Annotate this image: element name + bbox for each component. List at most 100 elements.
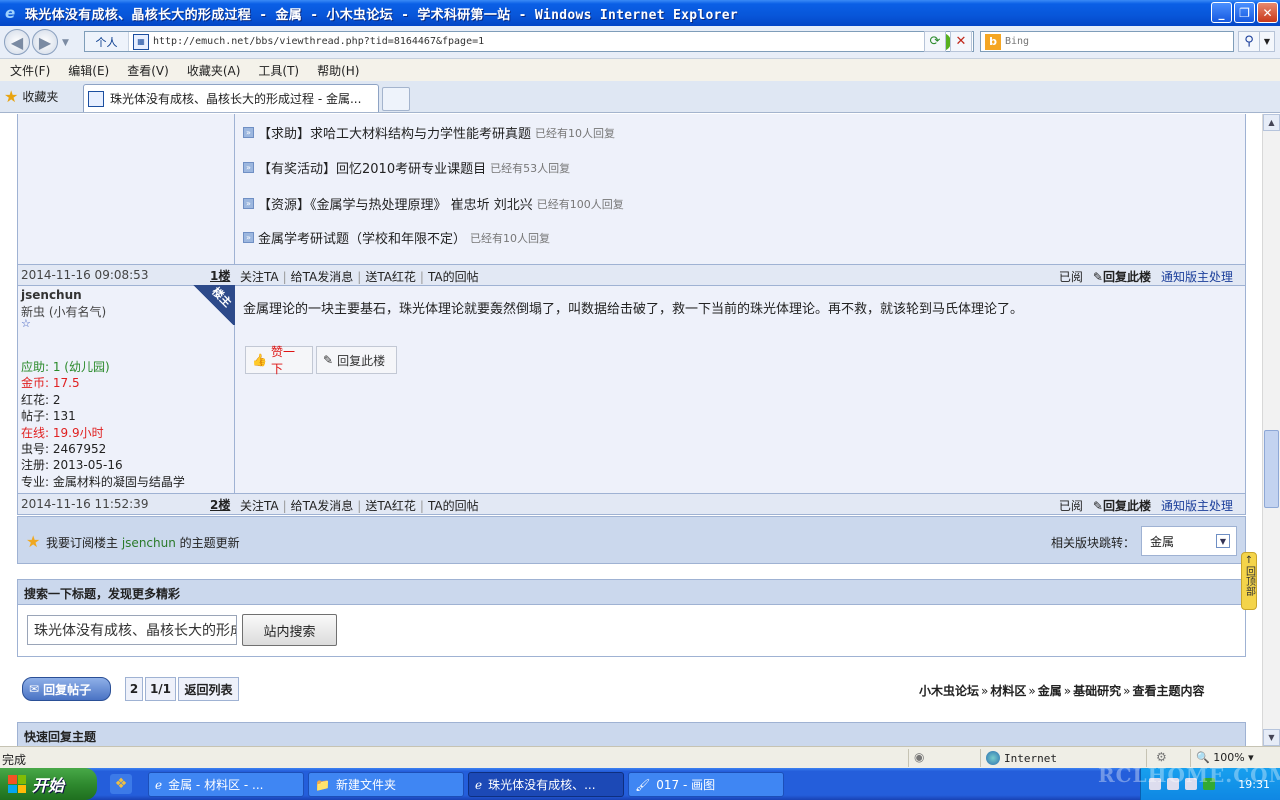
refresh-button[interactable]: ⟳	[924, 31, 946, 52]
page-number[interactable]: 2	[125, 677, 143, 701]
notify-moderator-link[interactable]: 通知版主处理	[1161, 497, 1233, 514]
folder-icon: 📁	[315, 777, 330, 792]
breadcrumb: 小木虫论坛» 材料区» 金属» 基础研究» 查看主题内容	[919, 684, 1205, 698]
new-tab-button[interactable]	[382, 87, 410, 111]
privacy-icon[interactable]: ◉	[914, 750, 924, 764]
reply-floor-link[interactable]: ✎回复此楼	[1093, 497, 1151, 514]
taskbar-item[interactable]: 🖌 017 - 画图	[628, 772, 784, 797]
taskbar-item[interactable]: 📁 新建文件夹	[308, 772, 464, 797]
bullet-icon: »	[243, 232, 254, 243]
quick-reply-heading: 快速回复主题	[17, 722, 1246, 746]
bullet-icon: »	[243, 198, 254, 209]
favorites-button[interactable]: ★ 收藏夹	[4, 87, 58, 106]
menu-tools[interactable]: 工具(T)	[256, 62, 307, 79]
taskbar-item-active[interactable]: ℯ 珠光体没有成核、...	[468, 772, 624, 797]
history-dropdown-icon[interactable]: ▼	[62, 38, 69, 48]
search-box[interactable]: b	[980, 31, 1234, 52]
scroll-thumb[interactable]	[1264, 430, 1279, 508]
scroll-down-icon[interactable]: ▼	[1263, 729, 1280, 746]
back-button[interactable]: ◀	[4, 29, 30, 55]
message-link[interactable]: 给TA发消息	[291, 499, 354, 513]
start-button[interactable]: 开始	[0, 768, 97, 800]
stop-button[interactable]: ✕	[950, 31, 972, 52]
search-options-icon[interactable]: ▼	[1259, 31, 1275, 52]
menu-view[interactable]: 查看(V)	[125, 62, 177, 79]
notify-moderator-link[interactable]: 通知版主处理	[1161, 268, 1233, 285]
related-link[interactable]: » 【资源】《金属学与热处理原理》 崔忠圻 刘北兴 已经有100人回复	[243, 194, 624, 213]
page-count: 1/1	[145, 677, 176, 701]
close-button[interactable]: ✕	[1257, 2, 1278, 23]
tab-title: 珠光体没有成核、晶核长大的形成过程 - 金属...	[110, 92, 362, 106]
protected-mode-icon[interactable]: ⚙	[1156, 750, 1167, 764]
breadcrumb-item[interactable]: 基础研究	[1073, 684, 1121, 698]
taskbar: 开始 ❖ ℯ 金属 - 材料区 - ... 📁 新建文件夹 ℯ 珠光体没有成核、...…	[0, 768, 1280, 800]
menu-edit[interactable]: 编辑(E)	[66, 62, 117, 79]
scroll-up-icon[interactable]: ▲	[1263, 114, 1280, 131]
flower-link[interactable]: 送TA红花	[365, 499, 416, 513]
window-controls: _ ❐ ✕	[1211, 2, 1278, 23]
author-name[interactable]: jsenchun	[21, 288, 82, 302]
site-search-button[interactable]: 站内搜索	[242, 614, 337, 646]
quick-launch-icon[interactable]: ❖	[110, 774, 132, 794]
browser-tab[interactable]: 珠光体没有成核、晶核长大的形成过程 - 金属...	[83, 84, 379, 112]
favorites-star-icon: ★	[4, 87, 19, 106]
ie-logo-icon: e	[5, 4, 16, 22]
status-text: 完成	[2, 753, 27, 767]
forward-button[interactable]: ▶	[32, 29, 58, 55]
related-link[interactable]: » 【求助】求哈工大材料结构与力学性能考研真题 已经有10人回复	[243, 123, 615, 142]
post-content: 金属理论的一块主要基石，珠光体理论就要轰然倒塌了，叫数据给击破了，救一下当前的珠…	[243, 302, 1024, 317]
follow-link[interactable]: 关注TA	[240, 270, 279, 284]
author-level: 新虫 (小有名气)	[21, 305, 107, 319]
read-label: 已阅	[1058, 499, 1083, 513]
breadcrumb-item[interactable]: 小木虫论坛	[919, 684, 979, 698]
window-title: 珠光体没有成核、晶核长大的形成过程 - 金属 - 小木虫论坛 - 学术科研第一站…	[25, 7, 738, 23]
security-zone: Internet	[986, 751, 1057, 765]
minimize-button[interactable]: _	[1211, 2, 1232, 23]
flower-link[interactable]: 送TA红花	[365, 270, 416, 284]
reply-floor-link[interactable]: ✎回复此楼	[1093, 268, 1151, 285]
breadcrumb-item[interactable]: 材料区	[990, 684, 1026, 698]
breadcrumb-item[interactable]: 金属	[1038, 684, 1062, 698]
personal-dropdown[interactable]: 个人	[85, 32, 129, 51]
floor-number[interactable]: 1楼	[210, 267, 230, 284]
taskbar-item[interactable]: ℯ 金属 - 材料区 - ...	[148, 772, 304, 797]
related-link[interactable]: » 【有奖活动】回忆2010考研专业课题目 已经有53人回复	[243, 158, 570, 177]
forum-jump-select[interactable]: 金属 ▼	[1141, 526, 1237, 556]
floor-number[interactable]: 2楼	[210, 496, 230, 513]
like-button[interactable]: 👍 赞一下	[245, 345, 313, 376]
stat-online: 在线: 19.9小时	[21, 425, 104, 440]
back-to-top-button[interactable]: ↑ 回顶部	[1241, 552, 1257, 610]
back-to-list-button[interactable]: 返回列表	[178, 677, 239, 701]
menu-file[interactable]: 文件(F)	[8, 62, 58, 79]
paint-icon: 🖌	[635, 777, 651, 792]
vertical-scrollbar[interactable]: ▲ ▼	[1262, 114, 1280, 746]
bing-icon: b	[985, 33, 1001, 50]
reply-thread-button[interactable]: ✉ 回复帖子	[22, 677, 111, 701]
reply-floor-button[interactable]: ✎ 回复此楼	[316, 346, 397, 374]
site-favicon-icon: ▦	[133, 33, 149, 50]
message-link[interactable]: 给TA发消息	[291, 270, 354, 284]
search-input[interactable]	[1005, 36, 1233, 47]
read-label: 已阅	[1058, 270, 1083, 284]
menu-bar: 文件(F) 编辑(E) 查看(V) 收藏夹(A) 工具(T) 帮助(H)	[0, 59, 1280, 81]
star-icon: ☆	[21, 317, 31, 330]
menu-favorites[interactable]: 收藏夹(A)	[185, 62, 249, 79]
chevron-down-icon: ▼	[1216, 534, 1230, 548]
search-button[interactable]: ⚲	[1238, 31, 1260, 52]
menu-help[interactable]: 帮助(H)	[315, 62, 367, 79]
arrow-up-icon: ↑	[1244, 555, 1254, 566]
maximize-button[interactable]: ❐	[1234, 2, 1255, 23]
subscribe-user[interactable]: jsenchun	[122, 536, 176, 550]
follow-link[interactable]: 关注TA	[240, 499, 279, 513]
related-link[interactable]: » 金属学考研试题（学校和年限不定） 已经有10人回复	[243, 228, 550, 247]
address-bar[interactable]: 个人 ▦ http://emuch.net/bbs/viewthread.php…	[84, 31, 974, 52]
stat-flowers: 红花: 2	[21, 392, 61, 407]
watermark: RCLHOME.COM	[1098, 763, 1280, 787]
url-text[interactable]: http://emuch.net/bbs/viewthread.php?tid=…	[153, 36, 933, 47]
windows-logo-icon	[8, 775, 26, 793]
post-right-actions: 已阅 ✎回复此楼 通知版主处理	[1059, 268, 1233, 285]
subscribe-text[interactable]: 我要订阅楼主 jsenchun 的主题更新	[46, 534, 240, 551]
site-search-input[interactable]: 珠光体没有成核、晶核长大的形成过程	[27, 615, 237, 645]
replies-link[interactable]: TA的回帖	[428, 499, 479, 513]
replies-link[interactable]: TA的回帖	[428, 270, 479, 284]
